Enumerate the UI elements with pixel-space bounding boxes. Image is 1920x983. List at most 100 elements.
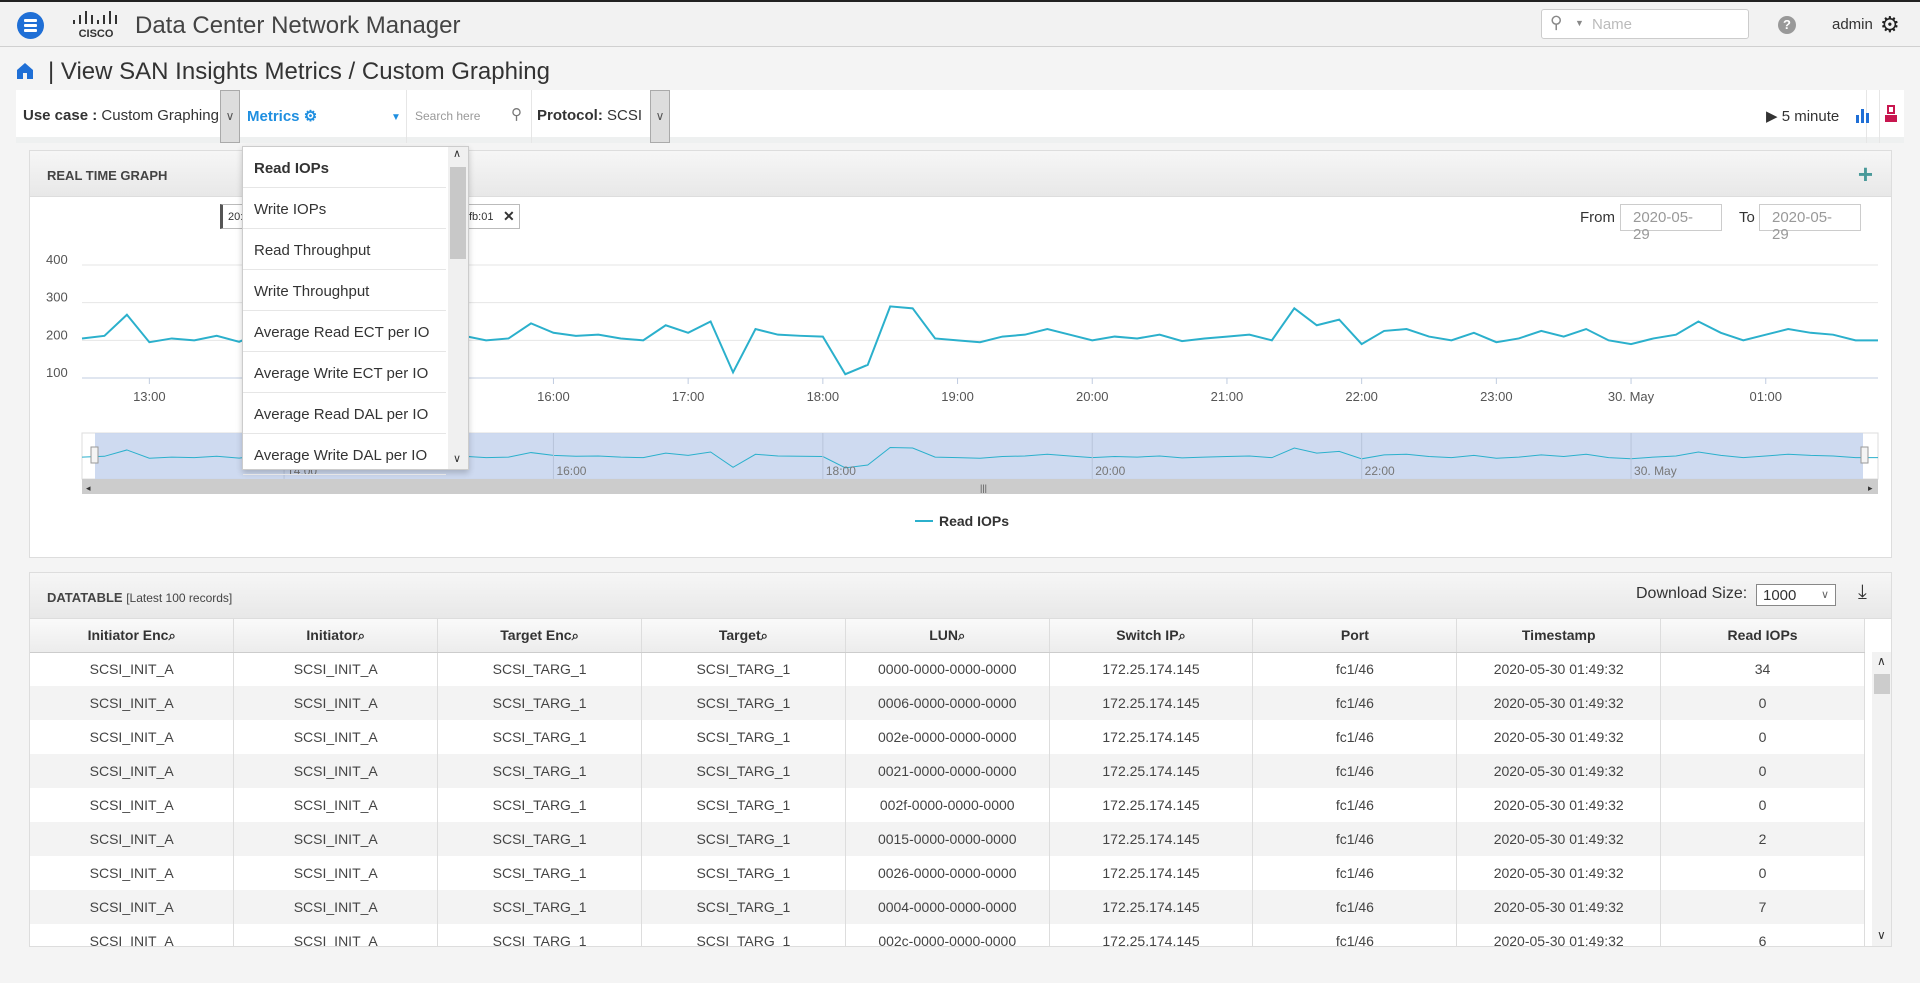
column-header[interactable]: Target Enc⌕: [437, 619, 642, 653]
dropdown-scrollbar[interactable]: ∧ ∨: [448, 147, 468, 469]
search-icon[interactable]: ⌕: [572, 628, 579, 643]
x-tick-label: 20:00: [1076, 389, 1109, 404]
table-row[interactable]: SCSI_INIT_A SCSI_INIT_A SCSI_TARG_1 SCSI_TA…: [30, 754, 1865, 788]
table-cell: 2020-05-30 01:49:32: [1456, 822, 1662, 856]
use-case-selector[interactable]: Use case : Custom Graphing: [23, 107, 219, 124]
table-cell: 0: [1660, 720, 1865, 754]
search-icon[interactable]: ⌕: [958, 628, 965, 643]
metric-option[interactable]: Write Throughput: [243, 270, 446, 311]
metrics-dropdown: Read IOPs Write IOPs Read Throughput Write …: [242, 146, 469, 475]
legend-label[interactable]: Read IOPs: [939, 513, 1009, 529]
column-label: Switch IP: [1116, 626, 1179, 643]
scrollbar-thumb[interactable]: [450, 167, 466, 259]
metric-option[interactable]: Read Throughput: [243, 229, 446, 270]
protocol-selector[interactable]: Protocol: SCSI: [537, 107, 642, 124]
x-tick-label: 01:00: [1749, 389, 1782, 404]
table-cell: 0021-0000-0000-0000: [845, 754, 1050, 788]
navigator-handle[interactable]: [90, 446, 99, 464]
export-icon[interactable]: [1884, 105, 1898, 123]
metric-option[interactable]: Average Read ECT per IO: [243, 311, 446, 352]
table-cell: SCSI_INIT_A: [233, 924, 439, 946]
table-cell: SCSI_TARG_1: [437, 924, 642, 946]
table-cell: 2: [1660, 822, 1865, 856]
table-cell: SCSI_INIT_A: [233, 652, 439, 686]
global-search-input[interactable]: ⚲ ▼ Name: [1541, 9, 1749, 39]
table-cell: 2020-05-30 01:49:32: [1456, 890, 1662, 924]
column-header[interactable]: Read IOPs: [1660, 619, 1865, 653]
chevron-up-icon[interactable]: ∧: [1877, 654, 1886, 668]
table-row[interactable]: SCSI_INIT_A SCSI_INIT_A SCSI_TARG_1 SCSI_TA…: [30, 788, 1865, 822]
table-cell: SCSI_INIT_A: [30, 788, 235, 822]
table-row[interactable]: SCSI_INIT_A SCSI_INIT_A SCSI_TARG_1 SCSI_TA…: [30, 720, 1865, 754]
metrics-selector[interactable]: Metrics ⚙: [247, 107, 317, 125]
column-header[interactable]: Target⌕: [641, 619, 846, 653]
table-cell: fc1/46: [1252, 890, 1458, 924]
table-cell: fc1/46: [1252, 924, 1458, 946]
search-placeholder: Name: [1592, 16, 1633, 33]
scrollbar-thumb[interactable]: [1874, 674, 1890, 694]
table-row[interactable]: SCSI_INIT_A SCSI_INIT_A SCSI_TARG_1 SCSI_TA…: [30, 652, 1865, 686]
table-cell: 0: [1660, 754, 1865, 788]
table-scrollbar[interactable]: ∧ ∨: [1872, 652, 1891, 946]
table-cell: SCSI_TARG_1: [437, 788, 642, 822]
x-tick-label: 18:00: [807, 389, 840, 404]
chevron-down-icon[interactable]: ∨: [453, 452, 461, 465]
table-cell: SCSI_INIT_A: [233, 686, 439, 720]
x-tick-label: 13:00: [133, 389, 166, 404]
column-header[interactable]: Port: [1252, 619, 1458, 653]
user-menu[interactable]: admin: [1832, 16, 1873, 33]
caret-down-icon[interactable]: ▼: [1575, 18, 1584, 28]
bar-chart-icon[interactable]: [1854, 107, 1870, 123]
table-cell: 2020-05-30 01:49:32: [1456, 788, 1662, 822]
search-icon[interactable]: ⌕: [1179, 628, 1186, 643]
x-tick-label: 16:00: [537, 389, 570, 404]
chevron-up-icon[interactable]: ∧: [453, 147, 461, 160]
metric-option[interactable]: Average Write ECT per IO: [243, 352, 446, 393]
scrollbar-grip-icon: |||: [980, 483, 987, 493]
table-row[interactable]: SCSI_INIT_A SCSI_INIT_A SCSI_TARG_1 SCSI_TA…: [30, 924, 1865, 946]
chevron-down-icon[interactable]: ∨: [1877, 928, 1886, 942]
help-icon[interactable]: ?: [1778, 16, 1796, 34]
menu-icon[interactable]: [17, 12, 44, 39]
navigator-handle[interactable]: [1860, 446, 1869, 464]
download-icon[interactable]: ⤓: [1858, 581, 1867, 604]
column-header[interactable]: Timestamp: [1456, 619, 1662, 653]
table-cell: SCSI_TARG_1: [437, 652, 642, 686]
metric-option[interactable]: Read IOPs: [243, 147, 446, 188]
column-header[interactable]: Initiator⌕: [233, 619, 439, 653]
metric-option[interactable]: Average Write DAL per IO: [243, 434, 446, 475]
table-cell: SCSI_INIT_A: [30, 924, 235, 946]
search-icon[interactable]: ⌕: [761, 628, 768, 643]
table-cell: fc1/46: [1252, 720, 1458, 754]
table-row[interactable]: SCSI_INIT_A SCSI_INIT_A SCSI_TARG_1 SCSI_TA…: [30, 822, 1865, 856]
table-row[interactable]: SCSI_INIT_A SCSI_INIT_A SCSI_TARG_1 SCSI_TA…: [30, 856, 1865, 890]
table-cell: 002f-0000-0000-0000: [845, 788, 1050, 822]
table-cell: 2020-05-30 01:49:32: [1456, 856, 1662, 890]
protocol-dropdown-button[interactable]: ∨: [650, 90, 670, 143]
search-icon[interactable]: ⌕: [358, 628, 365, 643]
search-icon[interactable]: ⌕: [168, 628, 175, 643]
table-row[interactable]: SCSI_INIT_A SCSI_INIT_A SCSI_TARG_1 SCSI_TA…: [30, 890, 1865, 924]
column-header[interactable]: Initiator Enc⌕: [30, 619, 235, 653]
table-cell: 0006-0000-0000-0000: [845, 686, 1050, 720]
table-cell: SCSI_INIT_A: [233, 856, 439, 890]
table-cell: 2020-05-30 01:49:32: [1456, 924, 1662, 946]
column-header[interactable]: LUN⌕: [845, 619, 1050, 653]
column-label: Port: [1340, 627, 1369, 644]
search-icon: ⚲: [511, 106, 522, 123]
metric-option[interactable]: Write IOPs: [243, 188, 446, 229]
interval-value: 5 minute: [1781, 108, 1840, 125]
refresh-interval[interactable]: ▶ 5 minute: [1766, 107, 1839, 125]
gear-icon[interactable]: ⚙: [1880, 12, 1900, 38]
metrics-search-input[interactable]: Search here: [415, 109, 480, 123]
home-icon[interactable]: [16, 62, 34, 80]
download-size-label: Download Size:: [1636, 585, 1748, 602]
table-row[interactable]: SCSI_INIT_A SCSI_INIT_A SCSI_TARG_1 SCSI_TA…: [30, 686, 1865, 720]
column-header[interactable]: Switch IP⌕: [1049, 619, 1254, 653]
table-cell: SCSI_TARG_1: [641, 754, 846, 788]
column-label: Target: [718, 626, 761, 643]
use-case-dropdown-button[interactable]: ∨: [220, 90, 240, 143]
metric-option[interactable]: Average Read DAL per IO: [243, 393, 446, 434]
caret-down-icon[interactable]: ▼: [391, 112, 401, 123]
download-size-select[interactable]: 1000 ∨: [1756, 584, 1836, 606]
